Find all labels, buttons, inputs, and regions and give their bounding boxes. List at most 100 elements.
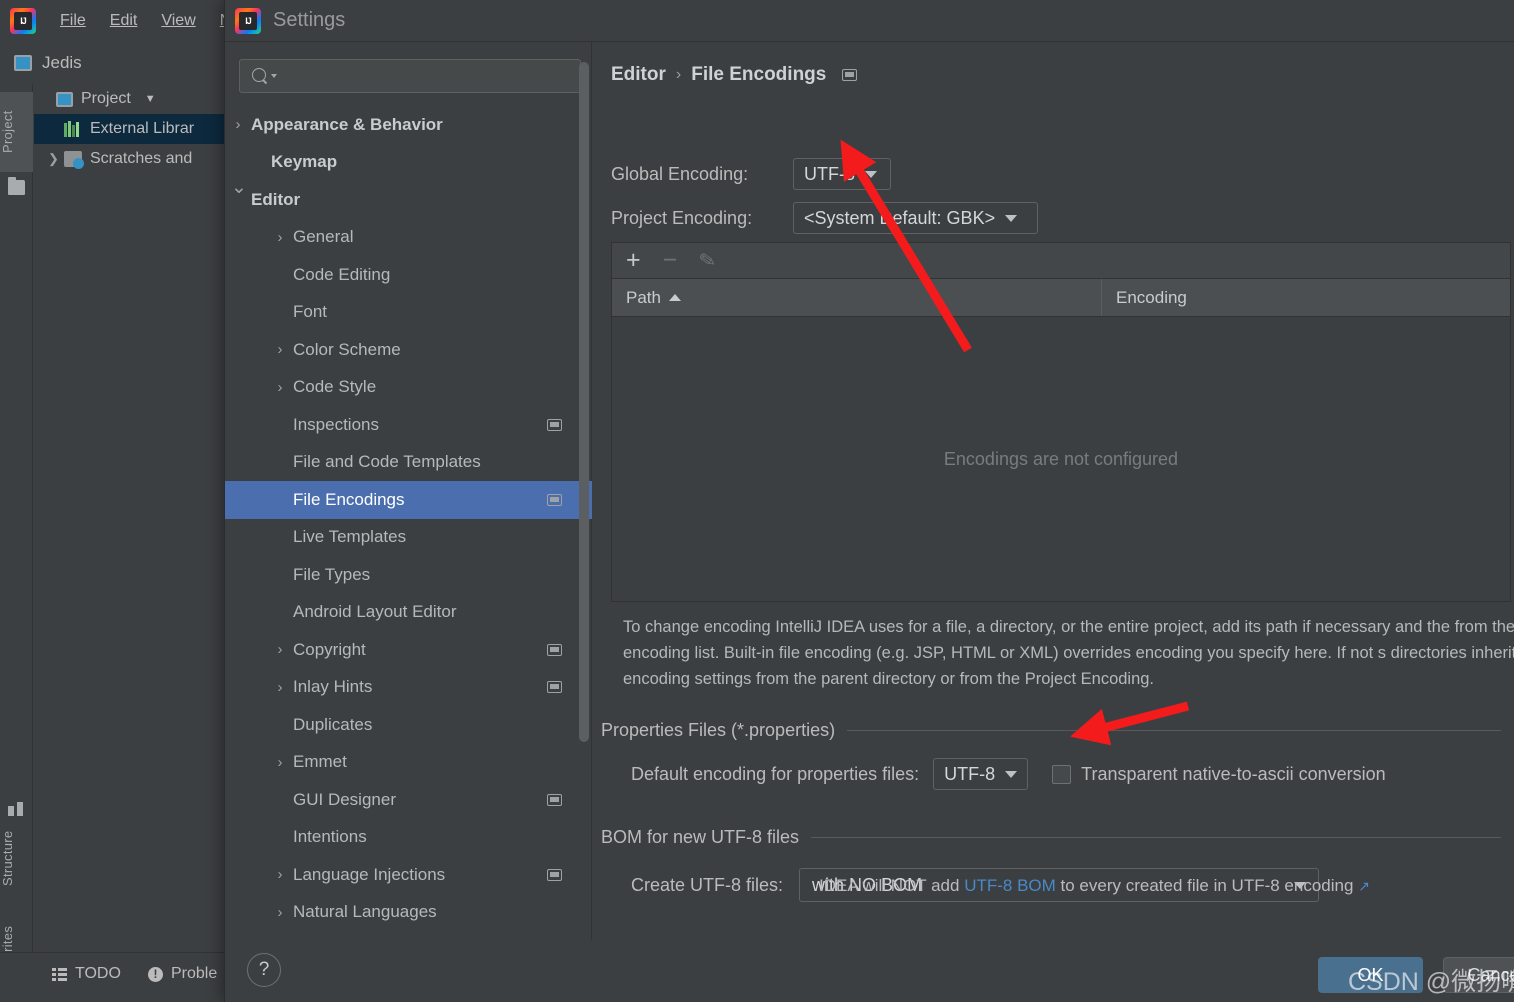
search-icon (252, 68, 268, 84)
settings-tree-item-file-and-code-templates[interactable]: File and Code Templates (225, 444, 592, 482)
settings-tree-item-font[interactable]: Font (225, 294, 592, 332)
settings-tree-item-color-scheme[interactable]: › Color Scheme (225, 331, 592, 369)
menu-view-label: View (161, 12, 196, 29)
chevron-right-icon[interactable]: › (231, 116, 245, 133)
settings-tree-scrollbar[interactable] (579, 62, 589, 742)
warning-icon: ! (148, 966, 163, 982)
default-properties-encoding-combo[interactable]: UTF-8 (933, 758, 1029, 790)
settings-tree-item-copyright[interactable]: › Copyright (225, 631, 592, 669)
chevron-down-icon (1005, 214, 1018, 222)
settings-tree-item-file-types[interactable]: File Types (225, 556, 592, 594)
chevron-right-icon[interactable]: › (273, 866, 287, 883)
chevron-right-icon[interactable]: › (273, 641, 287, 658)
menu-edit[interactable]: Edit (98, 8, 150, 34)
watermark: CSDN @微扬嘴角 (1348, 968, 1514, 996)
module-icon (56, 91, 73, 107)
default-properties-encoding-row: Default encoding for properties files: U… (631, 758, 1386, 790)
remove-encoding-button[interactable]: − (663, 248, 678, 273)
utf8-bom-link[interactable]: UTF-8 BOM (964, 876, 1056, 895)
status-problems[interactable]: ! Proble (148, 965, 217, 983)
status-problems-label: Proble (171, 965, 218, 982)
project-item-external-libraries-label: External Librar (90, 120, 195, 137)
settings-tree-item-label: Appearance & Behavior (251, 114, 443, 134)
strip-button-structure-label: Structure (0, 830, 15, 886)
menu-view[interactable]: View (149, 8, 207, 34)
settings-tree-item-label: General (293, 227, 354, 247)
project-tree-header[interactable]: Project ▼ (34, 84, 234, 114)
global-encoding-combo[interactable]: UTF-8 (793, 158, 891, 190)
settings-tree-item-appearance-behavior[interactable]: › Appearance & Behavior (225, 106, 592, 144)
chevron-down-icon[interactable] (271, 74, 277, 78)
settings-tree-item-android-layout-editor[interactable]: Android Layout Editor (225, 594, 592, 632)
settings-tree-item-duplicates[interactable]: Duplicates (225, 706, 592, 744)
chevron-right-icon[interactable]: › (273, 379, 287, 396)
strip-button-project[interactable]: Project (0, 92, 33, 172)
sort-ascending-icon (668, 294, 681, 301)
settings-tree-item-emmet[interactable]: › Emmet (225, 744, 592, 782)
breadcrumb: Editor › File Encodings (611, 64, 858, 86)
settings-tree-item-label: File Types (293, 564, 371, 584)
add-encoding-button[interactable]: + (626, 248, 641, 273)
search-input[interactable] (284, 67, 564, 85)
settings-tree-item-label: Emmet (293, 752, 347, 772)
structure-icon (8, 802, 25, 817)
breadcrumb-separator: › (675, 66, 682, 83)
settings-tree-item-label: Intentions (293, 827, 367, 847)
project-tool-window: Project ▼ External Librar ❯ Scratches an… (34, 84, 234, 964)
settings-tree-item-intentions[interactable]: Intentions (225, 819, 592, 857)
chevron-right-icon[interactable]: › (273, 229, 287, 246)
bom-section-title: BOM for new UTF-8 files (601, 827, 800, 847)
scratches-icon (64, 151, 84, 169)
settings-tree-item-inspections[interactable]: Inspections (225, 406, 592, 444)
help-button[interactable]: ? (247, 953, 281, 987)
column-header-path-label: Path (626, 287, 661, 307)
chevron-right-icon[interactable]: › (273, 754, 287, 771)
chevron-down-icon[interactable]: ⌄ (231, 176, 247, 199)
settings-tree[interactable]: › Appearance & Behavior Keymap ⌄ Editor › Gene… (225, 106, 592, 940)
project-item-external-libraries[interactable]: External Librar (34, 114, 234, 144)
tool-window-strip: Project Structure Favorites ★ (0, 84, 33, 1002)
settings-tree-item-file-encodings[interactable]: File Encodings (225, 481, 592, 519)
bom-note-prefix: IDEA will NOT add (819, 876, 965, 895)
settings-tree-item-live-templates[interactable]: Live Templates (225, 519, 592, 557)
create-utf8-files-label: Create UTF-8 files: (631, 874, 784, 895)
settings-tree-item-language-injections[interactable]: › Language Injections (225, 856, 592, 894)
settings-dialog: Settings ›Appearance & BehaviorKeymap⌄Ed… (224, 0, 1514, 1002)
settings-tree-item-editor[interactable]: ⌄ Editor (225, 177, 592, 219)
settings-tree-item-label: Inlay Hints (293, 677, 373, 697)
native-to-ascii-checkbox[interactable] (1052, 764, 1072, 784)
chevron-right-icon[interactable]: › (273, 904, 287, 921)
settings-tree-item-code-style[interactable]: › Code Style (225, 369, 592, 407)
status-todo[interactable]: TODO (52, 965, 121, 983)
module-icon (14, 55, 32, 71)
settings-tree-item-gui-designer[interactable]: GUI Designer (225, 781, 592, 819)
folder-icon (8, 177, 25, 195)
settings-tree-item-code-editing[interactable]: Code Editing (225, 256, 592, 294)
settings-tree-item-label: GUI Designer (293, 789, 396, 809)
project-item-scratches[interactable]: ❯ Scratches and (34, 144, 234, 174)
column-header-path[interactable]: Path (612, 279, 1102, 316)
breadcrumb-parent[interactable]: Editor (611, 64, 666, 86)
settings-tree-item-label: Live Templates (293, 527, 407, 547)
chevron-right-icon[interactable]: ❯ (48, 151, 64, 167)
project-scope-icon (547, 681, 562, 694)
chevron-right-icon[interactable]: › (273, 341, 287, 358)
settings-tree-item-label: Duplicates (293, 714, 373, 734)
default-properties-encoding-label: Default encoding for properties files: (631, 763, 920, 784)
settings-tree-item-natural-languages[interactable]: › Natural Languages (225, 894, 592, 932)
global-encoding-label: Global Encoding: (611, 163, 749, 184)
column-header-encoding[interactable]: Encoding (1102, 279, 1510, 316)
edit-encoding-button[interactable]: ✎ (697, 247, 718, 275)
chevron-down-icon[interactable]: ▼ (145, 93, 156, 105)
settings-tree-pane: › Appearance & Behavior Keymap ⌄ Editor › Gene… (225, 42, 592, 940)
settings-tree-item-general[interactable]: › General (225, 219, 592, 257)
strip-button-structure[interactable]: Structure (0, 819, 33, 897)
chevron-right-icon[interactable]: › (273, 679, 287, 696)
menu-file[interactable]: File (48, 8, 98, 34)
settings-search-box[interactable] (239, 59, 581, 93)
project-encoding-combo[interactable]: <System Default: GBK> (793, 202, 1038, 234)
settings-tree-item-inlay-hints[interactable]: › Inlay Hints (225, 669, 592, 707)
settings-tree-item-keymap[interactable]: Keymap (225, 144, 592, 182)
dialog-footer: ? OK Cancel (225, 950, 1514, 1002)
encodings-table-header: Path Encoding (612, 279, 1510, 317)
